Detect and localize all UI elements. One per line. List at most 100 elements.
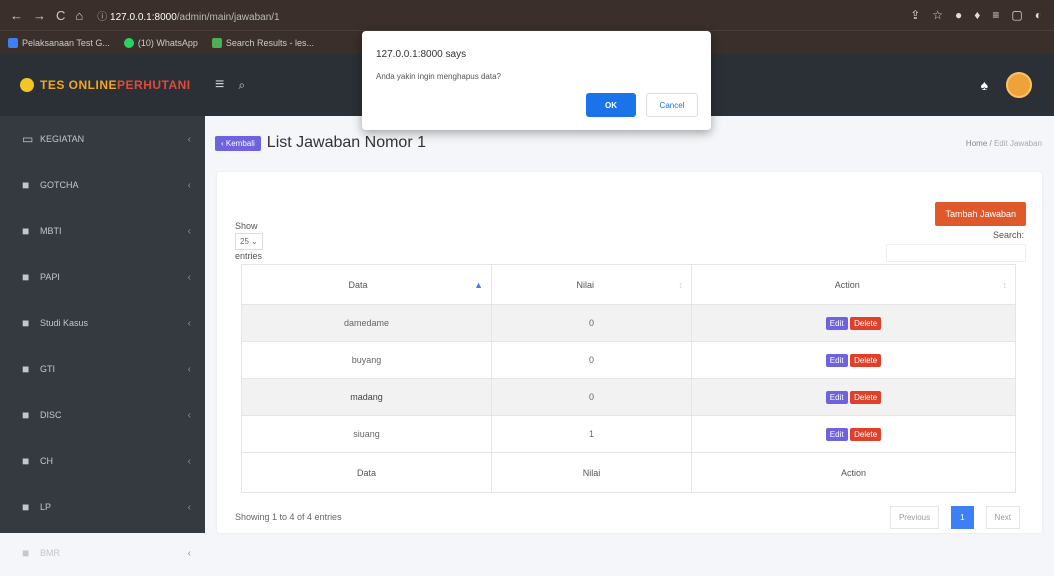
hamburger-menu-icon[interactable]: ≡: [215, 76, 224, 94]
delete-button[interactable]: Delete: [850, 390, 882, 404]
logo-text: TES ONLINEPERHUTANI: [40, 78, 191, 92]
chevron-left-icon: ‹: [187, 225, 191, 237]
cancel-button[interactable]: Cancel: [646, 93, 698, 117]
forward-arrow-icon[interactable]: →: [33, 8, 46, 23]
show-label: Show: [235, 221, 258, 231]
sort-icon: ↕: [678, 279, 684, 290]
breadcrumb-separator: /: [989, 138, 992, 148]
cell-data: buyang: [241, 341, 492, 379]
cell-data: madang: [241, 378, 492, 416]
brand-logo[interactable]: TES ONLINEPERHUTANI: [0, 54, 205, 116]
entries-label: entries: [235, 251, 263, 261]
sidebar-item-studi-kasus[interactable]: ■ Studi Kasus ‹: [0, 300, 205, 346]
breadcrumb-active: Edit Jawaban: [993, 138, 1042, 148]
cell-nilai: 1: [491, 415, 692, 453]
confirm-dialog: 127.0.0.1:8000 says Anda yakin ingin men…: [362, 31, 711, 130]
home-icon[interactable]: ⌂: [75, 8, 83, 23]
sidebar-item-gti[interactable]: ■ GTI ‹: [0, 346, 205, 392]
page-title: List Jawaban Nomor 1: [266, 134, 426, 151]
search-icon[interactable]: ⌕: [238, 78, 245, 93]
next-button[interactable]: Next: [985, 506, 1020, 529]
page-1-button[interactable]: 1: [951, 506, 974, 529]
table-row: madang 0 Edit Delete: [241, 378, 1016, 416]
share-icon[interactable]: ⇪: [910, 8, 920, 22]
sort-icon: ↕: [1002, 279, 1008, 290]
whatsapp-icon: [123, 37, 134, 48]
file-icon: ■: [22, 362, 30, 376]
playlist-icon[interactable]: ≡: [992, 8, 999, 22]
puzzle-icon[interactable]: ♦: [974, 8, 980, 22]
reload-icon[interactable]: C: [56, 8, 65, 23]
table-row: buyang 0 Edit Delete: [241, 341, 1016, 379]
delete-button[interactable]: Delete: [850, 427, 882, 441]
sidebar-item-ch[interactable]: ■ CH ‹: [0, 438, 205, 484]
browser-toolbar: ← → C ⌂ ⓘ 127.0.0.1:8000/admin/main/jawa…: [0, 0, 1054, 30]
chevron-left-icon: ‹: [187, 455, 191, 467]
sidebar-item-papi[interactable]: ■ PAPI ‹: [0, 254, 205, 300]
table-row: siuang 1 Edit Delete: [241, 415, 1016, 453]
sidebar-item-disc[interactable]: ■ DISC ‹: [0, 392, 205, 438]
delete-button[interactable]: Delete: [850, 316, 882, 330]
extension-icon[interactable]: ●: [955, 8, 962, 22]
previous-button[interactable]: Previous: [889, 506, 940, 529]
url-path: /admin/main/jawaban/1: [176, 11, 280, 23]
entries-select[interactable]: 25 ⌄: [235, 233, 263, 250]
sidebar-item-label: Studi Kasus: [40, 318, 89, 328]
chevron-left-icon: ‹: [187, 317, 191, 329]
sidebar-item-lp[interactable]: ■ LP ‹: [0, 484, 205, 530]
edit-button[interactable]: Edit: [825, 316, 848, 330]
chevron-left-icon: ‹: [187, 547, 191, 559]
pagination: Previous 1 Next: [889, 506, 1020, 529]
column-header-action[interactable]: Action ↕: [691, 264, 1016, 305]
edit-button[interactable]: Edit: [825, 427, 848, 441]
back-button[interactable]: ‹ Kembali: [215, 135, 261, 151]
site-info-icon[interactable]: ⓘ: [97, 12, 107, 23]
sidebar-item-bmr[interactable]: ■ BMR ‹: [0, 530, 205, 576]
cell-data: damedame: [241, 304, 492, 342]
file-icon: ■: [22, 408, 30, 422]
back-arrow-icon[interactable]: ←: [10, 8, 23, 23]
add-jawaban-button[interactable]: Tambah Jawaban: [935, 202, 1026, 226]
star-icon[interactable]: ☆: [932, 8, 943, 22]
footer-data: Data: [241, 452, 492, 493]
edit-button[interactable]: Edit: [825, 353, 848, 367]
sidebar-item-kegiatan[interactable]: ▭ KEGIATAN ‹: [0, 116, 205, 162]
chevron-left-icon: ‹: [187, 501, 191, 513]
bookmark-item[interactable]: Search Results - les...: [211, 37, 314, 48]
column-header-data[interactable]: Data ▲: [241, 264, 492, 305]
sidebar-item-label: KEGIATAN: [40, 134, 85, 144]
search-input[interactable]: [886, 244, 1026, 262]
url-host: 127.0.0.1:8000: [110, 11, 177, 23]
file-icon: ■: [22, 178, 30, 192]
bell-icon[interactable]: ♠: [981, 77, 988, 93]
file-icon: ■: [22, 316, 30, 330]
file-icon: ■: [22, 270, 30, 284]
breadcrumb-home[interactable]: Home: [966, 139, 987, 148]
sidebar-item-label: GOTCHA: [40, 180, 79, 190]
address-bar[interactable]: ⓘ 127.0.0.1:8000/admin/main/jawaban/1: [97, 8, 279, 23]
column-header-nilai[interactable]: Nilai ↕: [491, 264, 692, 305]
bookmark-item[interactable]: Pelaksanaan Test G...: [8, 37, 110, 48]
table-row: damedame 0 Edit Delete: [241, 304, 1016, 342]
dialog-title: 127.0.0.1:8000 says: [376, 49, 467, 60]
chevron-left-icon: ‹: [187, 179, 191, 191]
cell-nilai: 0: [491, 304, 692, 342]
delete-button[interactable]: Delete: [850, 353, 882, 367]
sort-asc-icon: ▲: [474, 279, 483, 290]
edit-button[interactable]: Edit: [825, 390, 848, 404]
browser-extension-icons: ⇪ ☆ ● ♦ ≡ ▢ ◐: [910, 8, 1054, 22]
bookmark-label: (10) WhatsApp: [137, 37, 198, 48]
avatar[interactable]: [1006, 72, 1032, 98]
sidebar-item-mbti[interactable]: ■ MBTI ‹: [0, 208, 205, 254]
profile-icon[interactable]: ◐: [1035, 8, 1042, 22]
navbar-right: ♠: [981, 72, 1054, 98]
ok-button[interactable]: OK: [586, 93, 636, 117]
sidebar-item-gotcha[interactable]: ■ GOTCHA ‹: [0, 162, 205, 208]
bookmark-item[interactable]: (10) WhatsApp: [123, 37, 198, 48]
cell-action: Edit Delete: [691, 341, 1016, 379]
sidebar: ▭ KEGIATAN ‹ ■ GOTCHA ‹ ■ MBTI ‹ ■ PAPI ‹ ■ Studi…: [0, 116, 205, 560]
table-footer-row: Data Nilai Action: [241, 452, 1016, 493]
jawaban-table: Data ▲ Nilai ↕ Action ↕ damedame 0 Edit Del…: [241, 264, 1016, 493]
bookmark-favicon-icon: [211, 37, 222, 48]
window-icon[interactable]: ▢: [1011, 8, 1022, 22]
